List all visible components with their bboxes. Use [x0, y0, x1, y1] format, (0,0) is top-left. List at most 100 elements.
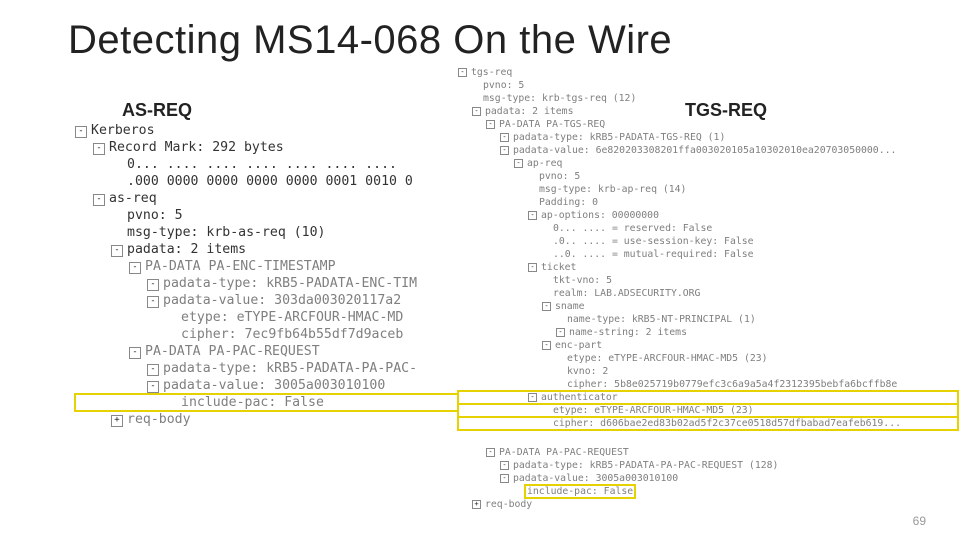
packet-line: 0... .... .... .... .... .... ....	[75, 156, 475, 173]
collapse-icon[interactable]: -	[500, 146, 509, 155]
packet-line: -as-req	[75, 190, 475, 207]
packet-line: msg-type: krb-ap-req (14)	[458, 183, 958, 196]
packet-text: .0.. .... = use-session-key: False	[553, 236, 754, 247]
packet-line: etype: eTYPE-ARCFOUR-HMAC-MD5 (23)	[458, 352, 958, 365]
packet-line: .0.. .... = use-session-key: False	[458, 235, 958, 248]
packet-line: -name-string: 2 items	[458, 326, 958, 339]
packet-dump-as-req: -Kerberos-Record Mark: 292 bytes0... ...…	[75, 122, 475, 428]
collapse-icon[interactable]: -	[486, 120, 495, 129]
collapse-icon[interactable]: -	[75, 126, 87, 138]
packet-line: Padding: 0	[458, 196, 958, 209]
packet-text: enc-part	[555, 340, 602, 351]
packet-dump-tgs-req: -tgs-reqpvno: 5msg-type: krb-tgs-req (12…	[458, 66, 958, 430]
packet-line: -ap-options: 00000000	[458, 209, 958, 222]
collapse-icon[interactable]: -	[486, 448, 495, 457]
packet-text: etype: eTYPE-ARCFOUR-HMAC-MD5 (23)	[553, 405, 754, 416]
packet-text: padata-value: 303da003020117a2	[163, 293, 401, 308]
packet-text: authenticator	[541, 392, 618, 403]
packet-line: pvno: 5	[458, 79, 958, 92]
packet-text: req-body	[485, 499, 532, 510]
packet-line: cipher: 7ec9fb64b55df7d9aceb	[75, 326, 475, 343]
collapse-icon[interactable]: -	[500, 474, 509, 483]
packet-text: etype: eTYPE-ARCFOUR-HMAC-MD5 (23)	[567, 353, 768, 364]
packet-line: 0... .... = reserved: False	[458, 222, 958, 235]
collapse-icon[interactable]: -	[147, 364, 159, 376]
packet-line: pvno: 5	[458, 170, 958, 183]
packet-text: padata-type: kRB5-PADATA-PA-PAC-	[163, 361, 417, 376]
collapse-icon[interactable]: -	[472, 107, 481, 116]
expand-icon[interactable]: +	[472, 500, 481, 509]
packet-text: pvno: 5	[539, 171, 580, 182]
packet-text: tkt-vno: 5	[553, 275, 612, 286]
packet-line: msg-type: krb-tgs-req (12)	[458, 92, 958, 105]
packet-line: tkt-vno: 5	[458, 274, 958, 287]
packet-line: .000 0000 0000 0000 0000 0001 0010 0	[75, 173, 475, 190]
packet-text: req-body	[127, 412, 191, 427]
collapse-icon[interactable]: -	[514, 159, 523, 168]
expand-icon[interactable]: +	[111, 415, 123, 427]
packet-line: -padata-value: 3005a003010100	[75, 377, 475, 394]
packet-line: -Kerberos	[75, 122, 475, 139]
collapse-icon[interactable]: -	[147, 296, 159, 308]
packet-text: include-pac: False	[181, 395, 324, 410]
collapse-icon[interactable]: -	[528, 211, 537, 220]
packet-text: cipher: 5b8e025719b0779efc3c6a9a5a4f2312…	[567, 379, 897, 390]
slide-title: Detecting MS14-068 On the Wire	[68, 18, 672, 63]
packet-line: pvno: 5	[75, 207, 475, 224]
collapse-icon[interactable]: -	[542, 341, 551, 350]
collapse-icon[interactable]: -	[500, 461, 509, 470]
packet-text: as-req	[109, 191, 157, 206]
collapse-icon[interactable]: -	[147, 279, 159, 291]
packet-text: padata-value: 3005a003010100	[513, 473, 678, 484]
packet-line: -enc-part	[458, 339, 958, 352]
packet-line: -padata: 2 items	[458, 105, 958, 118]
packet-line: -ticket	[458, 261, 958, 274]
packet-text: etype: eTYPE-ARCFOUR-HMAC-MD	[181, 310, 403, 325]
packet-line: kvno: 2	[458, 365, 958, 378]
collapse-icon[interactable]: -	[93, 143, 105, 155]
packet-text: padata-value: 3005a003010100	[163, 378, 385, 393]
packet-line: -tgs-req	[458, 66, 958, 79]
packet-line: cipher: d606bae2ed83b02ad5f2c37ce0518d57…	[458, 417, 958, 430]
packet-line: -authenticator	[458, 391, 958, 404]
packet-text: 0... .... = reserved: False	[553, 223, 712, 234]
packet-text: name-type: kRB5-NT-PRINCIPAL (1)	[567, 314, 756, 325]
collapse-icon[interactable]: -	[556, 328, 565, 337]
collapse-icon[interactable]: -	[111, 245, 123, 257]
packet-text: name-string: 2 items	[569, 327, 687, 338]
packet-line: -Record Mark: 292 bytes	[75, 139, 475, 156]
packet-line: -PA-DATA PA-TGS-REQ	[458, 118, 958, 131]
packet-line: include-pac: False	[75, 394, 475, 411]
packet-line: -padata-value: 3005a003010100	[458, 472, 958, 485]
packet-line: ..0. .... = mutual-required: False	[458, 248, 958, 261]
collapse-icon[interactable]: -	[93, 194, 105, 206]
packet-line: -padata-type: kRB5-PADATA-ENC-TIM	[75, 275, 475, 292]
collapse-icon[interactable]: -	[129, 262, 141, 274]
packet-text: Kerberos	[91, 123, 155, 138]
collapse-icon[interactable]: -	[542, 302, 551, 311]
packet-text: ap-options: 00000000	[541, 210, 659, 221]
packet-text: msg-type: krb-ap-req (14)	[539, 184, 686, 195]
collapse-icon[interactable]: -	[147, 381, 159, 393]
packet-line: -padata-value: 303da003020117a2	[75, 292, 475, 309]
collapse-icon[interactable]: -	[500, 133, 509, 142]
packet-text: padata: 2 items	[485, 106, 573, 117]
packet-line: -padata-type: kRB5-PADATA-PA-PAC-	[75, 360, 475, 377]
packet-line: realm: LAB.ADSECURITY.ORG	[458, 287, 958, 300]
packet-text: padata: 2 items	[127, 242, 246, 257]
packet-text: padata-type: kRB5-PADATA-ENC-TIM	[163, 276, 417, 291]
packet-text: PA-DATA PA-PAC-REQUEST	[145, 344, 320, 359]
collapse-icon[interactable]: -	[528, 393, 537, 402]
packet-line: name-type: kRB5-NT-PRINCIPAL (1)	[458, 313, 958, 326]
packet-text: ap-req	[527, 158, 562, 169]
collapse-icon[interactable]: -	[528, 263, 537, 272]
packet-text: include-pac: False	[525, 485, 635, 498]
page-number: 69	[913, 514, 926, 528]
packet-text: realm: LAB.ADSECURITY.ORG	[553, 288, 700, 299]
packet-text: ticket	[541, 262, 576, 273]
collapse-icon[interactable]: -	[129, 347, 141, 359]
packet-line: -PA-DATA PA-PAC-REQUEST	[458, 446, 958, 459]
packet-line: cipher: 5b8e025719b0779efc3c6a9a5a4f2312…	[458, 378, 958, 391]
packet-text: Record Mark: 292 bytes	[109, 140, 284, 155]
collapse-icon[interactable]: -	[458, 68, 467, 77]
